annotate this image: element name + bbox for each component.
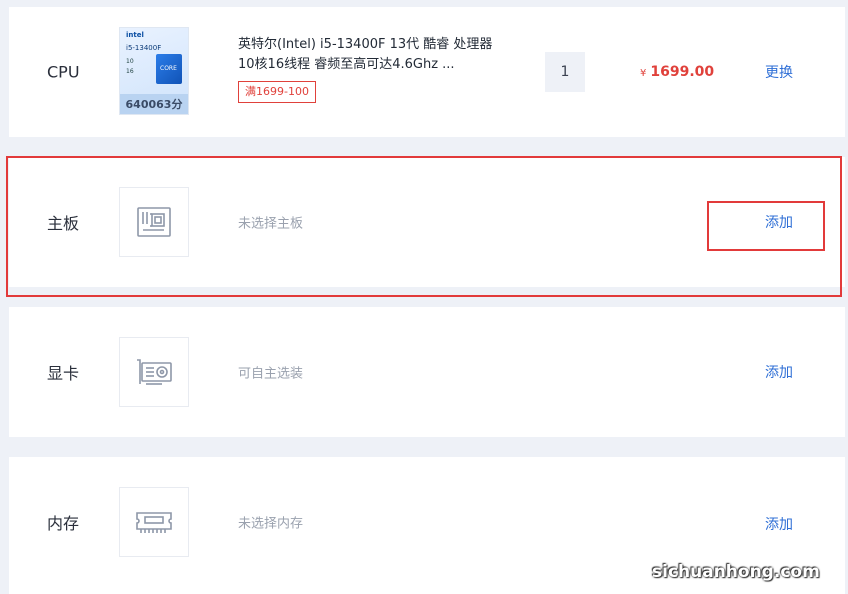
component-row-cpu: CPU intel i5-13400F 10 16 CORE 640063分 英… xyxy=(9,7,845,137)
price-value: 1699.00 xyxy=(650,64,715,80)
graphics-card-icon xyxy=(137,359,172,385)
component-row-motherboard: 主板 未选择主板 添加 xyxy=(9,157,845,287)
quantity-field[interactable]: 1 xyxy=(545,52,585,92)
add-ram-button[interactable]: 添加 xyxy=(765,514,793,534)
component-row-gpu: 显卡 可自主选装 添加 xyxy=(9,307,845,437)
motherboard-icon xyxy=(137,207,171,237)
category-label-gpu: 显卡 xyxy=(47,364,80,383)
cpu-chip-label: CORE xyxy=(160,65,177,72)
motherboard-thumb xyxy=(119,187,189,257)
category-label-motherboard: 主板 xyxy=(47,214,80,233)
category-label-cpu: CPU xyxy=(47,62,80,82)
add-motherboard-button[interactable]: 添加 xyxy=(765,212,793,232)
cpu-box-spec-2: 16 xyxy=(126,68,134,75)
promo-tag: 满1699-100 xyxy=(238,81,316,103)
category-label-ram: 内存 xyxy=(47,514,80,533)
watermark: sichuanhong.com xyxy=(652,562,820,582)
price-currency: ¥ xyxy=(640,68,647,79)
cpu-chip-badge: CORE xyxy=(156,54,182,84)
cpu-score: 640063分 xyxy=(120,94,188,114)
gpu-placeholder: 可自主选装 xyxy=(238,366,304,382)
cpu-box-model: i5-13400F xyxy=(126,44,162,52)
ram-placeholder: 未选择内存 xyxy=(238,516,304,532)
replace-cpu-button[interactable]: 更换 xyxy=(765,62,793,82)
cpu-product-title[interactable]: 英特尔(Intel) i5-13400F 13代 酷睿 处理器 10核16线程 … xyxy=(238,35,498,75)
add-gpu-button[interactable]: 添加 xyxy=(765,362,793,382)
intel-logo: intel xyxy=(126,31,144,39)
gpu-thumb xyxy=(119,337,189,407)
motherboard-placeholder: 未选择主板 xyxy=(238,216,304,232)
memory-module-icon xyxy=(136,512,172,533)
ram-thumb xyxy=(119,487,189,557)
cpu-price: ¥1699.00 xyxy=(640,64,714,80)
pc-builder-page: CPU intel i5-13400F 10 16 CORE 640063分 英… xyxy=(0,0,848,594)
cpu-box-spec-1: 10 xyxy=(126,58,134,65)
cpu-product-image[interactable]: intel i5-13400F 10 16 CORE 640063分 xyxy=(119,27,189,115)
